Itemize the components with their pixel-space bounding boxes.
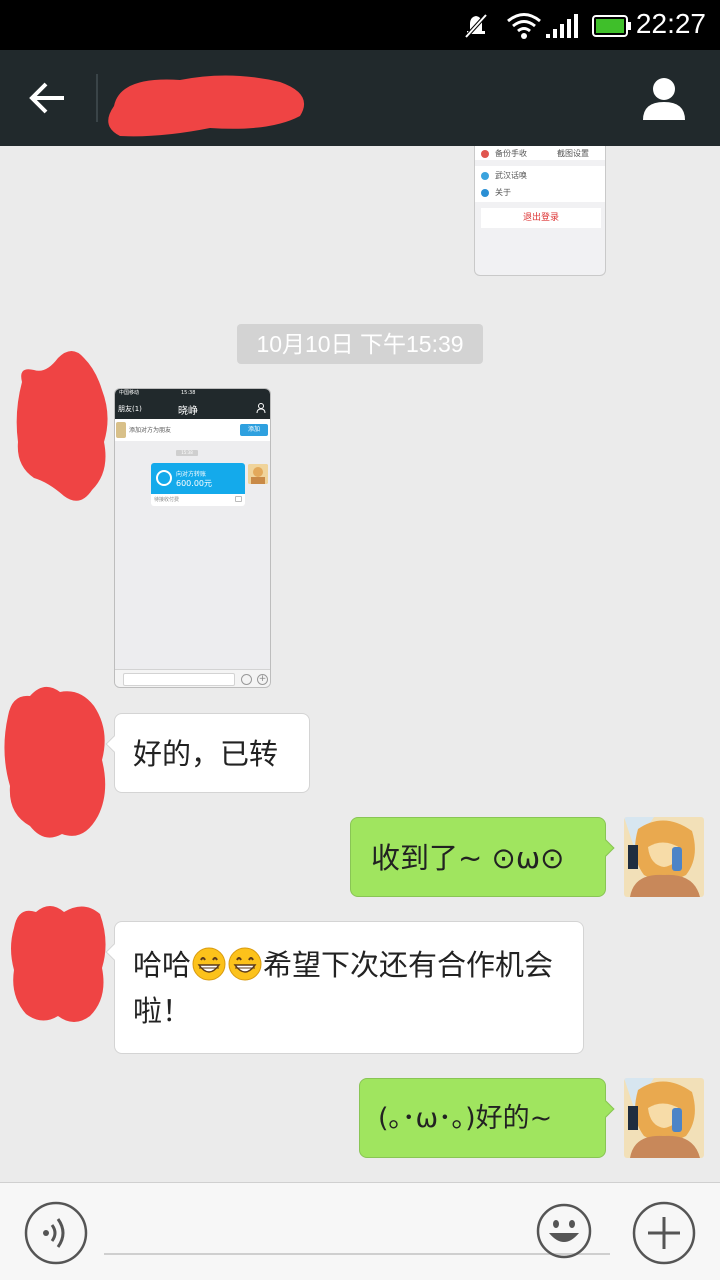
status-time: 22:27 xyxy=(635,8,706,39)
screenshot-row: 武汉话唤 xyxy=(495,171,527,180)
blue-circle-icon xyxy=(481,171,489,180)
mini-transfer-card: 向对方转账 600.00元 待接收付费 xyxy=(151,463,245,506)
mini-status-carrier: 中国移动 xyxy=(119,390,140,396)
mini-input-field xyxy=(123,673,235,686)
mini-transfer-amount: 600.00元 xyxy=(176,479,212,488)
mini-user-avatar xyxy=(248,464,268,484)
mini-transfer-footer: 待接收付费 xyxy=(154,497,180,503)
grinning-face-icon xyxy=(228,947,262,981)
emoji-icon[interactable] xyxy=(536,1203,592,1259)
mini-plus-icon: + xyxy=(257,674,268,685)
redacted-avatar xyxy=(4,686,106,838)
message-text: 好的，已转 xyxy=(133,737,279,771)
transfer-coin-icon xyxy=(156,470,172,486)
message-text: (｡･ω･｡)好的~ xyxy=(378,1103,553,1134)
message-input[interactable] xyxy=(104,1253,610,1255)
my-avatar[interactable] xyxy=(624,1078,704,1158)
info-icon xyxy=(481,188,489,197)
mini-profile-icon xyxy=(256,403,266,414)
voice-icon[interactable] xyxy=(24,1201,88,1265)
redacted-avatar xyxy=(16,351,108,501)
mini-transfer-title: 向对方转账 xyxy=(176,471,207,478)
message-bubble-outgoing[interactable]: (｡･ω･｡)好的~ xyxy=(359,1078,615,1158)
message-text: 收到了~ ⊙ω⊙ xyxy=(371,841,565,875)
mini-timestamp: 15:38 xyxy=(176,450,198,456)
message-bubble-outgoing[interactable]: 收到了~ ⊙ω⊙ xyxy=(350,817,615,897)
mini-emoji-icon xyxy=(241,674,252,685)
redacted-avatar xyxy=(11,906,106,1022)
mini-avatar xyxy=(116,422,126,438)
chat-timestamp: 10月10日 下午15:39 xyxy=(237,324,483,364)
mini-add-button: 添加 xyxy=(240,424,268,436)
previous-image-message[interactable]: 备份手收 截图设置 武汉话唤 关于 退出登录 xyxy=(474,146,606,276)
my-avatar[interactable] xyxy=(624,817,704,897)
grinning-face-icon xyxy=(192,947,226,981)
plus-icon[interactable] xyxy=(632,1201,696,1265)
mini-checkbox-icon xyxy=(235,496,242,502)
crown-icon xyxy=(481,149,489,158)
battery-icon xyxy=(592,15,631,37)
chat-area[interactable]: 备份手收 截图设置 武汉话唤 关于 退出登录 10月10日 下午15:39 中国移… xyxy=(0,146,720,1182)
message-bubble-incoming[interactable]: 哈哈 希望下次还有合作机会啦！ xyxy=(105,921,584,1054)
mini-status-time: 15:38 xyxy=(181,390,196,396)
screenshot-row: 截图设置 xyxy=(557,149,589,158)
title-separator xyxy=(96,74,98,122)
message-bubble-incoming[interactable]: 好的，已转 xyxy=(105,713,310,793)
notifications-muted-icon xyxy=(464,13,488,39)
status-bar: 22:27 xyxy=(0,0,720,50)
mini-nav-back: 朋友(1) xyxy=(118,405,142,413)
back-arrow-icon[interactable] xyxy=(24,76,72,120)
screenshot-logout: 退出登录 xyxy=(481,208,601,228)
screenshot-row: 关于 xyxy=(495,188,511,197)
message-text: 哈哈 xyxy=(133,948,192,982)
mini-add-friend-text: 添加对方为朋友 xyxy=(129,427,172,434)
image-message[interactable]: 中国移动 15:38 朋友(1) 晓峥 添加对方为朋友 添加 15:38 向对方… xyxy=(114,388,271,688)
input-bar xyxy=(0,1182,720,1280)
wifi-icon xyxy=(507,13,541,39)
signal-icon xyxy=(546,14,578,38)
mini-nav-name: 晓峥 xyxy=(178,406,198,417)
redacted-contact-name xyxy=(108,75,305,137)
screenshot-row: 备份手收 xyxy=(495,149,527,158)
profile-icon[interactable] xyxy=(640,74,688,122)
